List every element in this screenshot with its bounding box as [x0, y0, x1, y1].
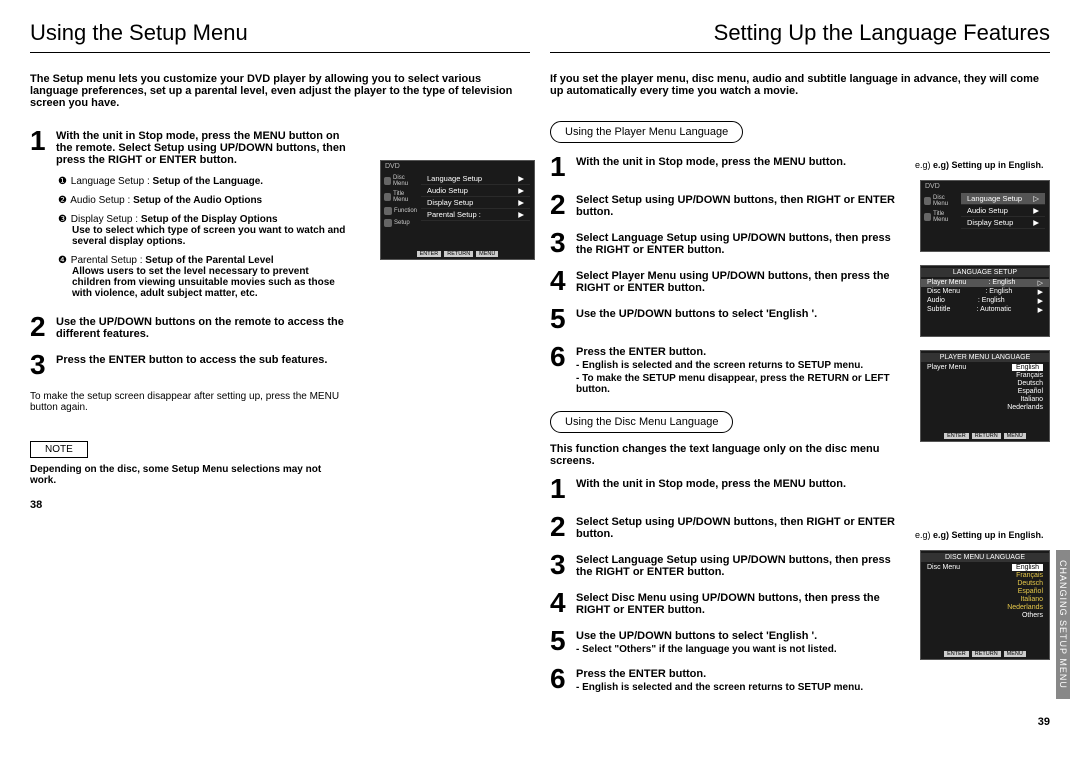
step-2: 2 Use the UP/DOWN buttons on the remote …	[30, 313, 350, 341]
osd-player-menu-language: PLAYER MENU LANGUAGE Player MenuEnglish …	[920, 350, 1050, 442]
osd-setup-menu: DVD Disc Menu Title Menu Function Setup …	[380, 160, 535, 260]
disc-icon	[384, 177, 391, 185]
osd-language-setup: LANGUAGE SETUP Player Menu: English▷ Dis…	[920, 265, 1050, 337]
note-text: Depending on the disc, some Setup Menu s…	[30, 464, 350, 486]
r2-step-3: 3Select Language Setup using UP/DOWN but…	[550, 551, 910, 579]
closing-para: To make the setup screen disappear after…	[30, 391, 350, 413]
circled-1-icon: ❶	[58, 176, 68, 187]
osd-header: DVD	[381, 161, 534, 172]
side-tab: CHANGING SETUP MENU	[1056, 550, 1070, 699]
disc-icon	[924, 197, 931, 205]
section-pill-disc-menu: Using the Disc Menu Language	[550, 411, 733, 433]
step-1: 1 With the unit in Stop mode, press the …	[30, 127, 350, 166]
r-step-2: 2Select Setup using UP/DOWN buttons, the…	[550, 191, 910, 219]
r2-step-6: 6 Press the ENTER button. - English is s…	[550, 665, 910, 693]
eg-label-1: e.g) e.g) Setting up in English.	[915, 160, 1044, 170]
page-number-left: 38	[30, 499, 42, 511]
osd-setup-right: DVD Disc Menu Title Menu Language Setup▷…	[920, 180, 1050, 252]
circled-2-icon: ❷	[58, 195, 68, 206]
r-step-3: 3Select Language Setup using UP/DOWN but…	[550, 229, 910, 257]
step-3: 3 Press the ENTER button to access the s…	[30, 351, 350, 379]
osd-footer: ENTER RETURN MENU	[385, 251, 530, 257]
bullet-1: ❶ Language Setup : Setup of the Language…	[58, 176, 350, 187]
r2-step-5: 5 Use the UP/DOWN buttons to select 'Eng…	[550, 627, 910, 655]
circled-4-icon: ❹	[58, 255, 68, 266]
osd-main: Language Setup▶ Audio Setup▶ Display Set…	[421, 173, 530, 221]
page-title-left: Using the Setup Menu	[30, 20, 530, 53]
bullet-list: ❶ Language Setup : Setup of the Language…	[58, 176, 350, 299]
page-right: Setting Up the Language Features If you …	[550, 20, 1050, 703]
osd-disc-menu-language: DISC MENU LANGUAGE Disc MenuEnglish Fran…	[920, 550, 1050, 660]
title-icon	[384, 193, 391, 201]
r2-step-2: 2Select Setup using UP/DOWN buttons, the…	[550, 513, 910, 541]
osd-sidebar: Disc Menu Title Menu Function Setup	[384, 175, 418, 231]
r-step-4: 4Select Player Menu using UP/DOWN button…	[550, 267, 910, 295]
intro-left: The Setup menu lets you customize your D…	[30, 73, 530, 109]
right-content: Using the Player Menu Language 1With the…	[550, 115, 910, 693]
r2-step-1: 1With the unit in Stop mode, press the M…	[550, 475, 910, 503]
bullet-3: ❸ Display Setup : Setup of the Display O…	[58, 214, 350, 247]
r-step-1: 1With the unit in Stop mode, press the M…	[550, 153, 910, 181]
bullet-2: ❷ Audio Setup : Setup of the Audio Optio…	[58, 195, 350, 206]
note-label: NOTE	[30, 441, 88, 458]
section-pill-player-menu: Using the Player Menu Language	[550, 121, 743, 143]
function-icon	[384, 207, 392, 215]
title-icon	[924, 213, 931, 221]
r2-step-4: 4Select Disc Menu using UP/DOWN buttons,…	[550, 589, 910, 617]
setup-icon	[384, 219, 392, 227]
step-num: 3	[30, 351, 56, 379]
page-left: Using the Setup Menu The Setup menu lets…	[30, 20, 530, 486]
step-body: With the unit in Stop mode, press the ME…	[56, 127, 350, 166]
page-title-right: Setting Up the Language Features	[550, 20, 1050, 53]
circled-3-icon: ❸	[58, 214, 68, 225]
r-step-6: 6 Press the ENTER button. - English is s…	[550, 343, 910, 395]
left-content: 1 With the unit in Stop mode, press the …	[30, 127, 350, 486]
step-num: 1	[30, 127, 56, 166]
intro-right: If you set the player menu, disc menu, a…	[550, 73, 1050, 97]
eg-label-2: e.g) e.g) Setting up in English.	[915, 530, 1044, 540]
step-body: Press the ENTER button to access the sub…	[56, 351, 350, 379]
bullet-4: ❹ Parental Setup : Setup of the Parental…	[58, 255, 350, 299]
step-num: 2	[30, 313, 56, 341]
step-body: Use the UP/DOWN buttons on the remote to…	[56, 313, 350, 341]
sec2-intro: This function changes the text language …	[550, 443, 910, 467]
r-step-5: 5Use the UP/DOWN buttons to select 'Engl…	[550, 305, 910, 333]
page-number-right: 39	[1038, 716, 1050, 728]
